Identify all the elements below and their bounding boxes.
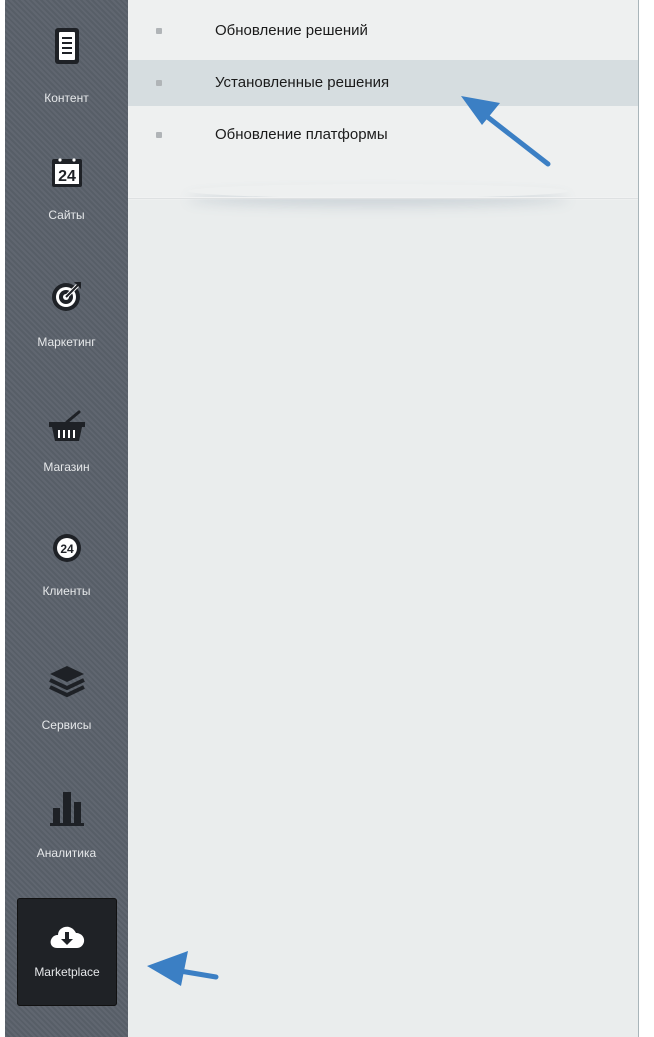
svg-text:24: 24 xyxy=(58,168,76,185)
sidebar-item-marketplace[interactable]: Marketplace xyxy=(17,898,117,1006)
submenu-item-solutions-update[interactable]: Обновление решений xyxy=(128,8,638,54)
cloud-download-icon xyxy=(50,926,85,948)
submenu-shadow xyxy=(188,184,568,198)
basket-icon xyxy=(48,410,85,441)
submenu-item-label: Установленные решения xyxy=(215,74,390,91)
bullet-icon xyxy=(156,132,162,138)
sidebar-item-label: Магазин xyxy=(43,460,90,474)
sidebar-item-label: Маркетинг xyxy=(37,335,96,349)
submenu-item-platform-update[interactable]: Обновление платформы xyxy=(128,112,638,158)
document-icon xyxy=(54,28,79,64)
calendar-24-icon: 24 xyxy=(51,158,82,187)
right-margin xyxy=(639,0,654,1037)
sidebar-item-shop[interactable]: Магазин xyxy=(5,390,128,500)
sidebar-item-label: Сайты xyxy=(48,208,85,222)
sidebar-item-label: Контент xyxy=(44,91,89,105)
sidebar-item-services[interactable]: Сервисы xyxy=(5,650,128,760)
submenu-item-label: Обновление решений xyxy=(215,22,368,39)
sidebar-item-label: Аналитика xyxy=(36,846,97,860)
divider xyxy=(128,197,638,199)
submenu-item-installed-solutions[interactable]: Установленные решения xyxy=(128,60,638,106)
sidebar-item-clients[interactable]: 24 Клиенты xyxy=(5,520,128,630)
svg-text:24: 24 xyxy=(60,542,74,556)
layers-icon xyxy=(48,666,85,698)
sidebar-item-label: Клиенты xyxy=(42,584,91,598)
cloud-24-icon: 24 xyxy=(52,534,81,562)
sidebar-item-label: Marketplace xyxy=(34,965,100,979)
sidebar-item-content[interactable]: Контент xyxy=(5,0,128,120)
submenu-panel: Обновление решений Установленные решения… xyxy=(128,0,638,1037)
sidebar: Контент 24 Сайты Маркетинг Магазин 24 Кл… xyxy=(5,0,128,1037)
sidebar-item-marketing[interactable]: Маркетинг xyxy=(5,260,128,370)
bullet-icon xyxy=(156,28,162,34)
target-icon xyxy=(51,282,81,311)
bar-chart-icon xyxy=(49,792,84,826)
sidebar-item-label: Сервисы xyxy=(41,718,92,732)
sidebar-item-analytics[interactable]: Аналитика xyxy=(5,780,128,890)
submenu-item-label: Обновление платформы xyxy=(215,126,388,143)
sidebar-item-sites[interactable]: 24 Сайты xyxy=(5,130,128,240)
bullet-icon xyxy=(156,80,162,86)
